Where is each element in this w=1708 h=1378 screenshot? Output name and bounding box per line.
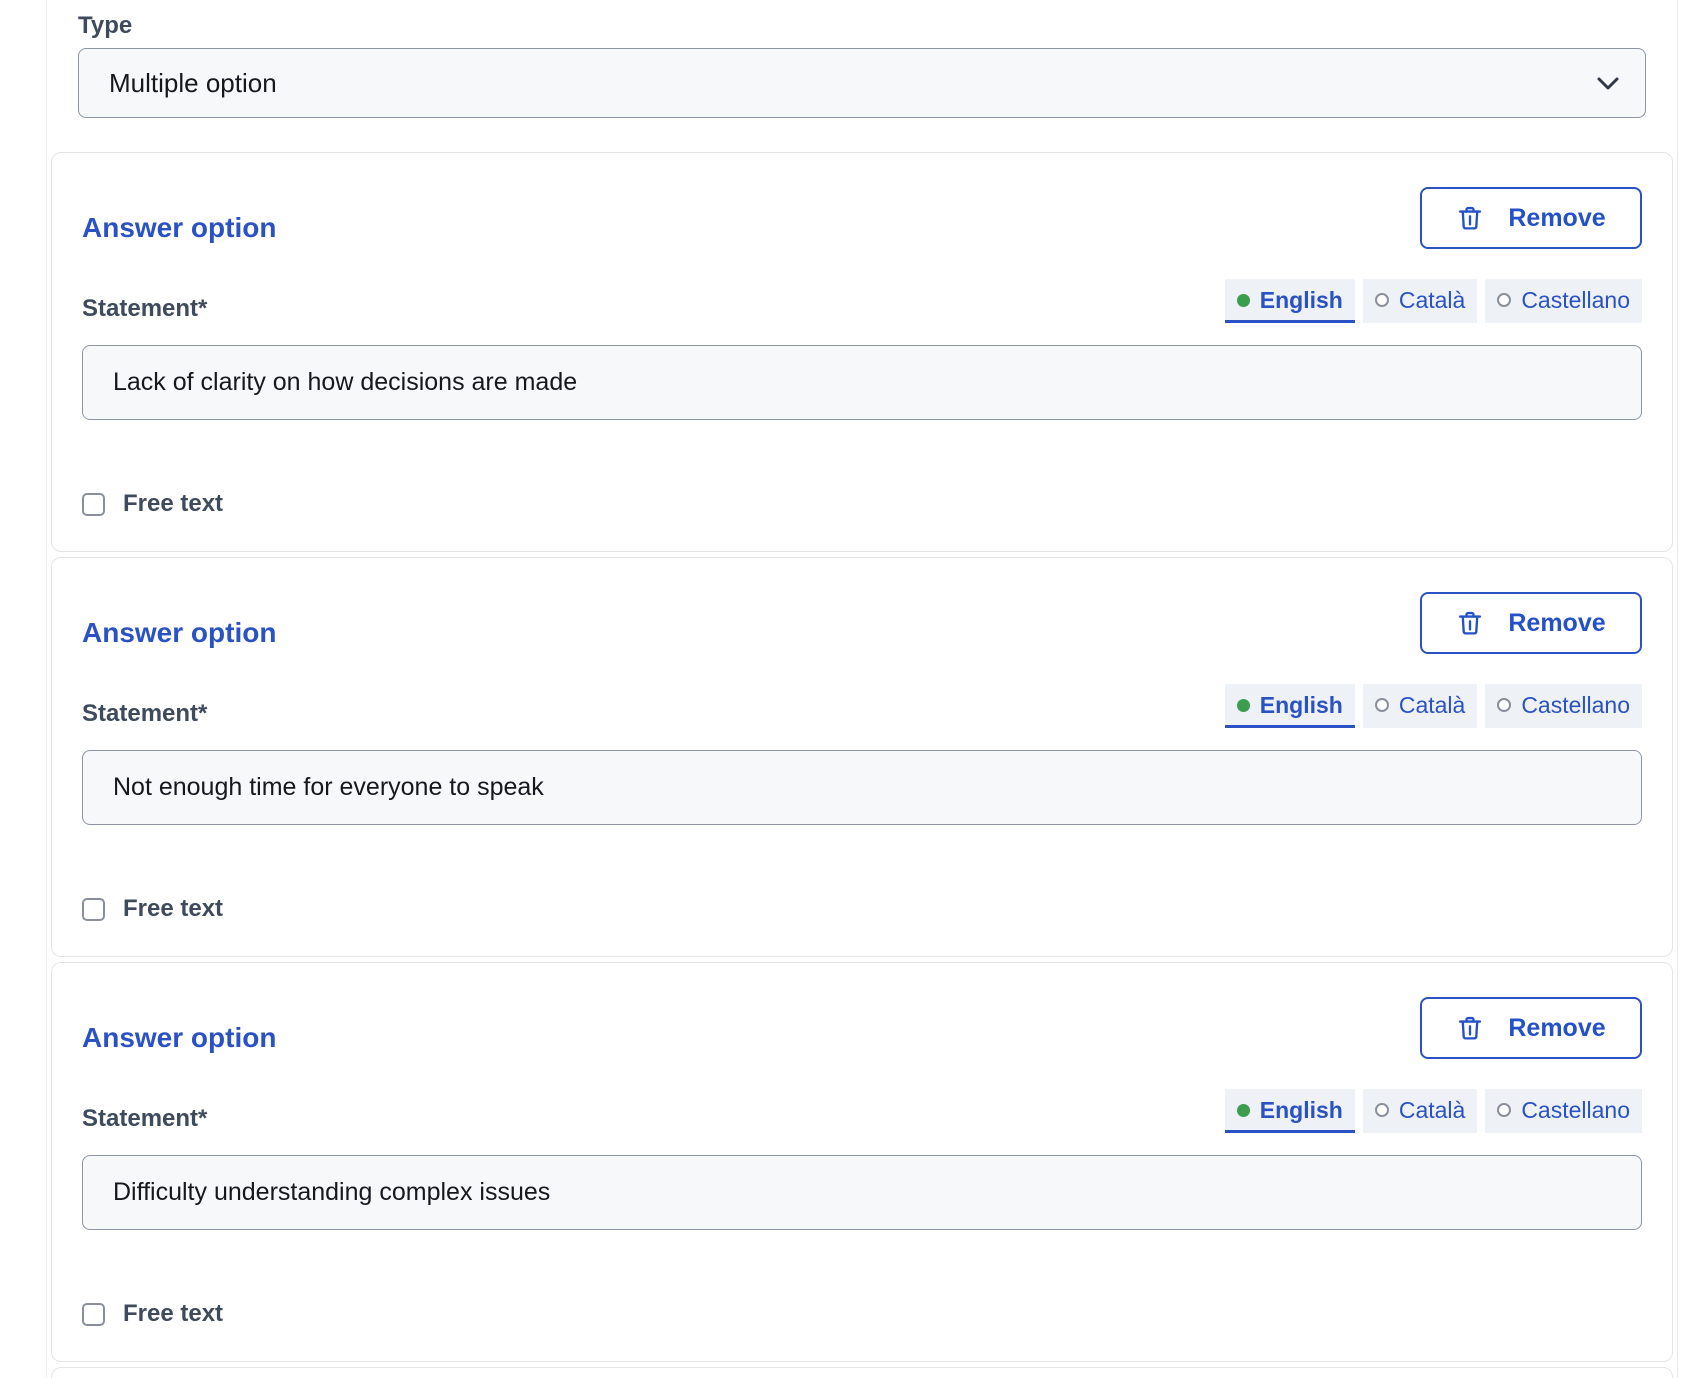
remove-label: Remove [1508, 1014, 1605, 1043]
language-tab-label: English [1260, 1096, 1343, 1124]
free-text-label: Free text [123, 1300, 223, 1328]
answer-options-list: Answer option Remove Statement* English [49, 152, 1675, 1362]
free-text-label: Free text [123, 895, 223, 923]
language-tab-label: Català [1399, 691, 1465, 719]
answer-option-header: Answer option Remove [82, 997, 1642, 1059]
statement-label: Statement* [82, 295, 207, 323]
answer-option-card: Answer option Remove Statement* English [51, 152, 1673, 552]
language-tab-label: Castellano [1521, 286, 1630, 314]
answer-option-card: Answer option Remove Statement* English [51, 962, 1673, 1362]
language-tab-label: Català [1399, 1096, 1465, 1124]
trash-icon [1456, 1014, 1484, 1042]
type-select[interactable]: Multiple option [78, 48, 1646, 118]
type-field-group: Type Multiple option [49, 12, 1675, 118]
selected-language-dot-icon [1237, 699, 1250, 712]
type-label: Type [78, 12, 1646, 40]
language-tab-catala[interactable]: Català [1363, 279, 1477, 323]
language-tab-castellano[interactable]: Castellano [1485, 1089, 1642, 1133]
free-text-checkbox[interactable] [82, 493, 105, 516]
language-tab-castellano[interactable]: Castellano [1485, 684, 1642, 728]
statement-row: Statement* English Català Castellano [82, 1089, 1642, 1133]
type-select-value: Multiple option [109, 68, 277, 99]
statement-label: Statement* [82, 1105, 207, 1133]
answer-option-header: Answer option Remove [82, 187, 1642, 249]
radio-circle-icon [1497, 698, 1511, 712]
language-tab-catala[interactable]: Català [1363, 1089, 1477, 1133]
answer-option-heading: Answer option [82, 1021, 276, 1055]
free-text-option[interactable]: Free text [82, 895, 223, 923]
statement-row: Statement* English Català Castellano [82, 279, 1642, 323]
statement-row: Statement* English Català Castellano [82, 684, 1642, 728]
statement-label: Statement* [82, 700, 207, 728]
statement-input[interactable] [82, 750, 1642, 825]
free-text-option[interactable]: Free text [82, 1300, 223, 1328]
language-tabs: English Català Castellano [1225, 1089, 1642, 1133]
language-tab-label: Català [1399, 286, 1465, 314]
statement-input[interactable] [82, 345, 1642, 420]
trash-icon [1456, 204, 1484, 232]
remove-button[interactable]: Remove [1420, 187, 1642, 249]
answer-option-heading: Answer option [82, 616, 276, 650]
answer-option-card-partial [51, 1367, 1673, 1378]
language-tab-label: English [1260, 691, 1343, 719]
language-tab-label: Castellano [1521, 1096, 1630, 1124]
answer-option-card: Answer option Remove Statement* English [51, 557, 1673, 957]
selected-language-dot-icon [1237, 1104, 1250, 1117]
radio-circle-icon [1375, 1103, 1389, 1117]
question-form-panel: Type Multiple option Answer option Remov… [46, 0, 1678, 1378]
remove-button[interactable]: Remove [1420, 592, 1642, 654]
radio-circle-icon [1375, 698, 1389, 712]
remove-label: Remove [1508, 609, 1605, 638]
answer-option-heading: Answer option [82, 211, 276, 245]
statement-input[interactable] [82, 1155, 1642, 1230]
language-tabs: English Català Castellano [1225, 684, 1642, 728]
language-tab-label: Castellano [1521, 691, 1630, 719]
language-tab-english[interactable]: English [1225, 684, 1355, 728]
free-text-label: Free text [123, 490, 223, 518]
trash-icon [1456, 609, 1484, 637]
language-tab-label: English [1260, 286, 1343, 314]
language-tabs: English Català Castellano [1225, 279, 1642, 323]
language-tab-english[interactable]: English [1225, 279, 1355, 323]
language-tab-catala[interactable]: Català [1363, 684, 1477, 728]
remove-label: Remove [1508, 204, 1605, 233]
radio-circle-icon [1497, 293, 1511, 307]
free-text-option[interactable]: Free text [82, 490, 223, 518]
remove-button[interactable]: Remove [1420, 997, 1642, 1059]
radio-circle-icon [1375, 293, 1389, 307]
chevron-down-icon [1597, 77, 1619, 90]
selected-language-dot-icon [1237, 294, 1250, 307]
language-tab-english[interactable]: English [1225, 1089, 1355, 1133]
free-text-checkbox[interactable] [82, 1303, 105, 1326]
free-text-checkbox[interactable] [82, 898, 105, 921]
radio-circle-icon [1497, 1103, 1511, 1117]
answer-option-header: Answer option Remove [82, 592, 1642, 654]
language-tab-castellano[interactable]: Castellano [1485, 279, 1642, 323]
